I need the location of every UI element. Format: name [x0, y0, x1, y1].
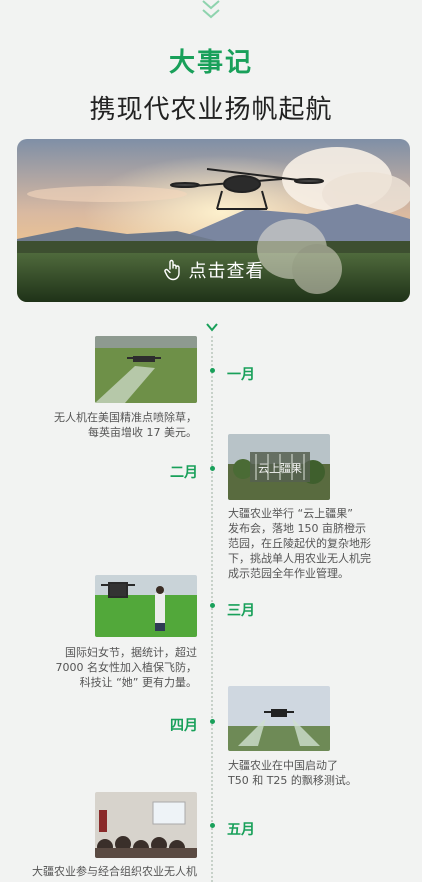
tap-hand-icon	[163, 259, 180, 281]
timeline-text-march: 国际妇女节，据统计，超过 7000 名女性加入植保飞防， 科技让 “她” 更有力…	[55, 646, 198, 689]
timeline-month-may: 五月	[227, 822, 255, 838]
timeline-dot	[210, 466, 215, 471]
timeline-photo-may	[95, 792, 197, 858]
timeline-month-january: 一月	[227, 367, 255, 383]
hero-cta[interactable]: 点击查看	[17, 257, 410, 283]
timeline-photo-april	[228, 686, 330, 751]
timeline-text-may: 大疆农业参与经合组织农业无人机	[32, 865, 197, 878]
timeline-dot	[210, 368, 215, 373]
timeline-dot	[210, 823, 215, 828]
timeline-photo-january	[95, 336, 197, 403]
timeline-photo-march	[95, 575, 197, 637]
hero-video-card[interactable]: 点击查看	[17, 139, 410, 302]
scroll-down-chevrons	[0, 0, 422, 22]
timeline-photo-february: 云上疆果	[228, 434, 330, 500]
timeline-start-arrow-icon	[206, 323, 218, 332]
chevron-down-icon	[202, 0, 220, 19]
timeline-dot	[210, 719, 215, 724]
page-header: 大事记 携现代农业扬帆起航	[0, 42, 422, 126]
timeline-month-march: 三月	[227, 603, 255, 619]
page-subtitle: 携现代农业扬帆起航	[89, 95, 333, 125]
timeline-text-january: 无人机在美国精准点喷除草， 每英亩增收 17 美元。	[54, 411, 197, 439]
page-title: 大事记	[168, 48, 253, 78]
timeline-axis	[211, 336, 213, 882]
timeline-text-april: 大疆农业在中国启动了 T50 和 T25 的飘移测试。	[228, 759, 357, 787]
sign-text: 云上疆果	[258, 462, 302, 475]
hero-cta-label: 点击查看	[188, 261, 265, 282]
timeline-text-february: 大疆农业举行 “云上疆果” 发布会，落地 150 亩脐橙示 范园，在丘陵起伏的复…	[228, 507, 371, 580]
timeline-month-february: 二月	[170, 465, 198, 481]
timeline-dot	[210, 603, 215, 608]
timeline-month-april: 四月	[170, 718, 198, 734]
